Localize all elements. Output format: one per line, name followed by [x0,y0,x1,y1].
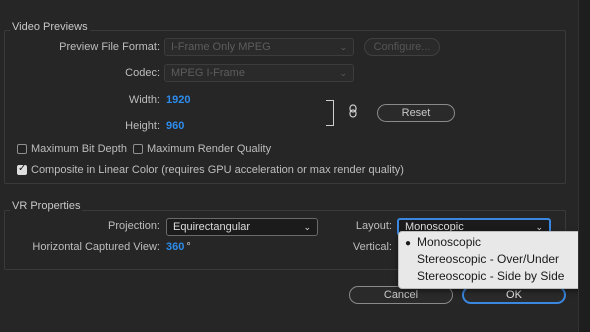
codec-label: Codec: [125,67,160,79]
horizontal-view-number: 360 [166,241,185,253]
composite-linear-label: Composite in Linear Color (requires GPU … [31,164,404,176]
codec-value: MPEG I-Frame [171,67,245,79]
horizontal-view-label: Horizontal Captured View: [32,241,160,253]
chevron-down-icon: ⌄ [339,42,347,52]
maximum-render-quality-label: Maximum Render Quality [147,143,272,155]
width-label: Width: [128,94,160,106]
maximum-bit-depth-checkbox[interactable] [17,144,27,154]
video-previews-title: Video Previews [10,21,90,33]
codec-select[interactable]: MPEG I-Frame ⌄ [164,64,354,82]
preview-file-format-select[interactable]: I-Frame Only MPEG ⌄ [164,38,354,56]
menu-item-monoscopic[interactable]: Monoscopic [417,235,481,249]
composite-linear-checkbox[interactable] [17,163,27,175]
layout-label: Layout: [355,220,392,232]
projection-label: Projection: [108,220,160,232]
height-value[interactable]: 960 [166,120,184,132]
projection-value: Equirectangular [173,221,251,233]
layout-dropdown-menu: ● Monoscopic Stereoscopic - Over/Under S… [398,231,590,289]
projection-select[interactable]: Equirectangular ⌄ [166,218,318,236]
chevron-down-icon: ⌄ [339,68,347,78]
preview-file-format-value: I-Frame Only MPEG [171,41,271,53]
menu-item-stereo-side-by-side[interactable]: Stereoscopic - Side by Side [417,269,564,283]
sequence-settings-dialog: Video Previews Preview File Format: I-Fr… [0,0,590,332]
reset-button[interactable]: Reset [377,104,455,122]
horizontal-view-value[interactable]: 360 ° [166,241,191,253]
link-icon[interactable] [349,104,357,118]
width-value[interactable]: 1920 [166,94,190,106]
configure-button[interactable]: Configure... [364,38,440,56]
link-bracket [326,100,334,126]
selected-dot-icon: ● [405,238,412,249]
background-panel-edge [578,0,590,332]
menu-item-stereo-over-under[interactable]: Stereoscopic - Over/Under [417,252,559,266]
preview-file-format-label: Preview File Format: [59,41,160,53]
degree-unit: ° [186,241,191,253]
chevron-down-icon: ⌄ [303,222,311,232]
vertical-label: Vertical: [352,241,392,253]
height-label: Height: [125,120,160,132]
maximum-render-quality-checkbox[interactable] [133,144,143,154]
maximum-bit-depth-label: Maximum Bit Depth [31,143,127,155]
vr-properties-title: VR Properties [10,200,83,212]
